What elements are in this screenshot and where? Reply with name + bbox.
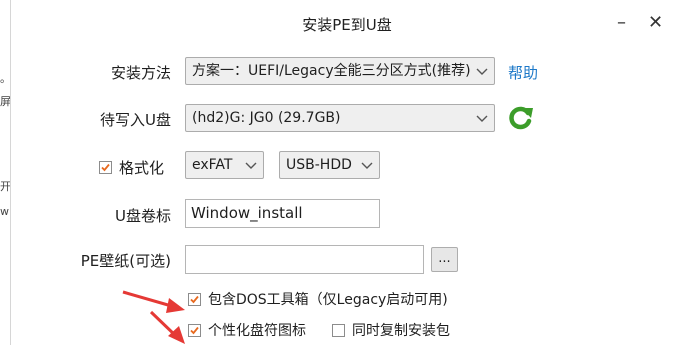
chevron-down-icon xyxy=(361,162,373,169)
boot-mode-value: USB-HDD xyxy=(286,157,352,173)
window-title: 安装PE到U盘 xyxy=(302,16,392,34)
wallpaper-path-input[interactable] xyxy=(185,245,424,274)
chevron-down-icon xyxy=(476,115,488,122)
target-disk-label: 待写入U盘 xyxy=(100,111,171,129)
install-method-value: 方案一：UEFI/Legacy全能三分区方式(推荐) xyxy=(192,63,471,79)
background-window: 。 屏 开 w xyxy=(0,0,11,345)
chevron-down-icon xyxy=(245,162,257,169)
format-checkbox[interactable] xyxy=(99,161,112,174)
copy-installer-label: 同时复制安装包 xyxy=(352,323,450,339)
copy-installer-checkbox[interactable] xyxy=(332,324,345,337)
background-text: w xyxy=(0,205,9,218)
install-method-label: 安装方法 xyxy=(110,64,171,82)
format-label: 格式化 xyxy=(119,159,165,177)
title-bar: 安装PE到U盘 – ✕ xyxy=(11,0,682,52)
help-link[interactable]: 帮助 xyxy=(508,62,538,83)
target-disk-select[interactable]: (hd2)G: JG0 (29.7GB) xyxy=(185,104,495,132)
target-disk-value: (hd2)G: JG0 (29.7GB) xyxy=(192,110,341,126)
filesystem-select[interactable]: exFAT xyxy=(185,151,264,179)
check-icon xyxy=(101,163,110,172)
wallpaper-label: PE壁纸(可选) xyxy=(80,252,171,270)
install-method-select[interactable]: 方案一：UEFI/Legacy全能三分区方式(推荐) xyxy=(185,57,495,85)
refresh-icon[interactable] xyxy=(507,104,535,132)
close-button[interactable]: ✕ xyxy=(648,12,663,33)
red-arrow-annotation xyxy=(122,290,185,344)
browse-button[interactable]: ... xyxy=(431,247,458,272)
custom-icon-label: 个性化盘符图标 xyxy=(208,323,306,339)
minimize-button[interactable]: – xyxy=(617,12,626,33)
install-pe-dialog: 安装PE到U盘 – ✕ 安装方法 方案一：UEFI/Legacy全能三分区方式(… xyxy=(10,0,682,345)
dos-toolbox-label: 包含DOS工具箱（仅Legacy启动可用) xyxy=(208,292,448,308)
boot-mode-select[interactable]: USB-HDD xyxy=(279,151,380,179)
volume-label-label: U盘卷标 xyxy=(115,207,171,225)
chevron-down-icon xyxy=(476,68,488,75)
filesystem-value: exFAT xyxy=(192,157,233,173)
volume-label-input[interactable]: Window_install xyxy=(185,199,380,228)
